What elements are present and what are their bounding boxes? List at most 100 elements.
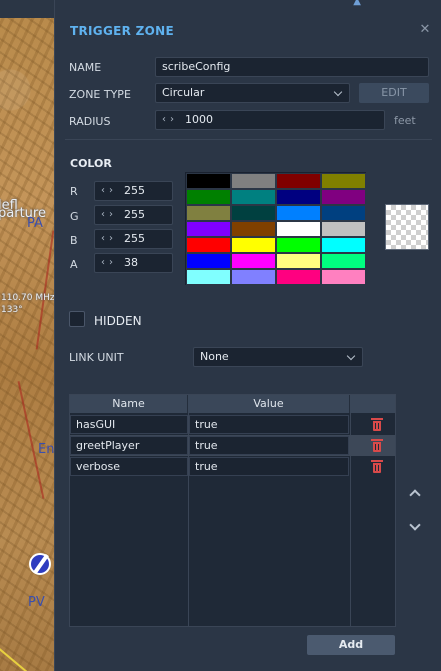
color-swatch[interactable]	[276, 221, 321, 237]
g-stepper[interactable]: ‹› 255	[94, 205, 173, 225]
row-value-cell[interactable]: true	[189, 457, 349, 476]
color-swatch[interactable]	[186, 221, 231, 237]
color-swatch[interactable]	[276, 173, 321, 189]
edit-button[interactable]: EDIT	[359, 83, 429, 103]
r-value: 255	[124, 184, 145, 197]
color-swatch[interactable]	[321, 253, 366, 269]
column-header-value[interactable]: Value	[188, 395, 350, 413]
radius-label: RADIUS	[69, 115, 111, 128]
map-boundary-line	[0, 640, 52, 671]
table-row[interactable]: hasGUI true	[70, 414, 395, 435]
table-row[interactable]: verbose true	[70, 456, 395, 477]
color-swatch[interactable]	[186, 189, 231, 205]
a-value: 38	[124, 256, 138, 269]
row-name-cell[interactable]: greetPlayer	[70, 436, 188, 455]
color-swatch[interactable]	[321, 237, 366, 253]
add-button[interactable]: Add	[307, 635, 395, 655]
color-swatch[interactable]	[321, 221, 366, 237]
zone-type-label: ZONE TYPE	[69, 88, 131, 101]
close-icon[interactable]: ✕	[418, 23, 432, 37]
a-label: A	[70, 258, 78, 271]
table-header: Name Value	[70, 395, 395, 413]
map-route-line	[17, 381, 45, 499]
color-swatch[interactable]	[231, 237, 276, 253]
radius-unit: feet	[394, 114, 416, 127]
link-unit-select[interactable]: None	[193, 347, 363, 367]
color-swatch[interactable]	[231, 269, 276, 285]
column-header-name[interactable]: Name	[70, 395, 188, 413]
map-top-bar	[0, 0, 54, 18]
table-row[interactable]: greetPlayer true	[70, 435, 395, 456]
color-swatch[interactable]	[231, 189, 276, 205]
variables-table: Name Value hasGUI true greetPlayer true …	[69, 394, 396, 627]
r-stepper[interactable]: ‹› 255	[94, 181, 173, 201]
panel-header: TRIGGER ZONE ✕	[55, 18, 441, 46]
color-swatch[interactable]	[231, 221, 276, 237]
b-label: B	[70, 234, 78, 247]
panel-title: TRIGGER ZONE	[70, 24, 174, 38]
a-stepper[interactable]: ‹› 38	[94, 253, 173, 273]
zone-type-value: Circular	[162, 86, 205, 99]
map-label: 133°	[1, 305, 23, 315]
g-value: 255	[124, 208, 145, 221]
top-arrow-icon: ▲	[353, 0, 361, 7]
map-label: 110.70 MHz	[1, 293, 54, 303]
radius-value: 1000	[185, 113, 213, 126]
stepper-arrows-icon[interactable]: ‹›	[101, 230, 117, 248]
b-value: 255	[124, 232, 145, 245]
stepper-arrows-icon[interactable]: ‹›	[101, 182, 117, 200]
color-swatch[interactable]	[321, 173, 366, 189]
name-label: NAME	[69, 61, 102, 74]
color-swatch[interactable]	[276, 205, 321, 221]
color-swatch[interactable]	[276, 269, 321, 285]
name-field[interactable]: scribeConfig	[155, 57, 429, 77]
color-swatch[interactable]	[186, 205, 231, 221]
color-swatch[interactable]	[276, 189, 321, 205]
b-stepper[interactable]: ‹› 255	[94, 229, 173, 249]
map-route-line	[35, 230, 54, 350]
color-swatch[interactable]	[186, 253, 231, 269]
color-title: COLOR	[70, 157, 112, 170]
r-label: R	[70, 185, 78, 198]
color-swatch[interactable]	[276, 237, 321, 253]
color-preview-swatch	[385, 204, 429, 250]
airfield-icon[interactable]	[29, 553, 51, 575]
move-down-icon[interactable]	[408, 520, 422, 534]
color-swatch[interactable]	[321, 269, 366, 285]
color-swatch[interactable]	[231, 173, 276, 189]
stepper-arrows-icon[interactable]: ‹›	[101, 254, 117, 272]
link-unit-label: LINK UNIT	[69, 351, 124, 364]
color-swatch[interactable]	[321, 189, 366, 205]
color-palette[interactable]	[185, 172, 366, 285]
map-background[interactable]: lefl parture PA 110.70 MHz 133° En PV	[0, 0, 54, 671]
color-swatch[interactable]	[186, 173, 231, 189]
hidden-label: HIDDEN	[94, 314, 142, 328]
color-swatch[interactable]	[231, 205, 276, 221]
zone-type-select[interactable]: Circular	[155, 83, 350, 103]
map-label: PA	[27, 216, 43, 231]
row-name-cell[interactable]: verbose	[70, 457, 188, 476]
hidden-checkbox[interactable]	[69, 311, 85, 327]
color-swatch[interactable]	[186, 269, 231, 285]
column-header-actions	[350, 395, 395, 413]
row-value-cell[interactable]: true	[189, 436, 349, 455]
color-swatch[interactable]	[276, 253, 321, 269]
color-swatch[interactable]	[186, 237, 231, 253]
trash-icon[interactable]	[371, 439, 383, 452]
color-swatch[interactable]	[321, 205, 366, 221]
link-unit-value: None	[200, 350, 229, 363]
g-label: G	[70, 210, 79, 223]
move-up-icon[interactable]	[408, 486, 422, 500]
row-name-cell[interactable]: hasGUI	[70, 415, 188, 434]
trash-icon[interactable]	[371, 418, 383, 431]
row-value-cell[interactable]: true	[189, 415, 349, 434]
divider	[65, 139, 432, 140]
trigger-zone-panel: ▲ TRIGGER ZONE ✕ NAME scribeConfig ZONE …	[54, 0, 441, 671]
map-label: PV	[28, 595, 45, 610]
map-label: En	[38, 442, 54, 457]
radius-stepper[interactable]: ‹› 1000	[155, 110, 385, 130]
color-swatch[interactable]	[231, 253, 276, 269]
trash-icon[interactable]	[371, 460, 383, 473]
stepper-arrows-icon[interactable]: ‹›	[101, 206, 117, 224]
stepper-arrows-icon[interactable]: ‹›	[162, 111, 178, 129]
